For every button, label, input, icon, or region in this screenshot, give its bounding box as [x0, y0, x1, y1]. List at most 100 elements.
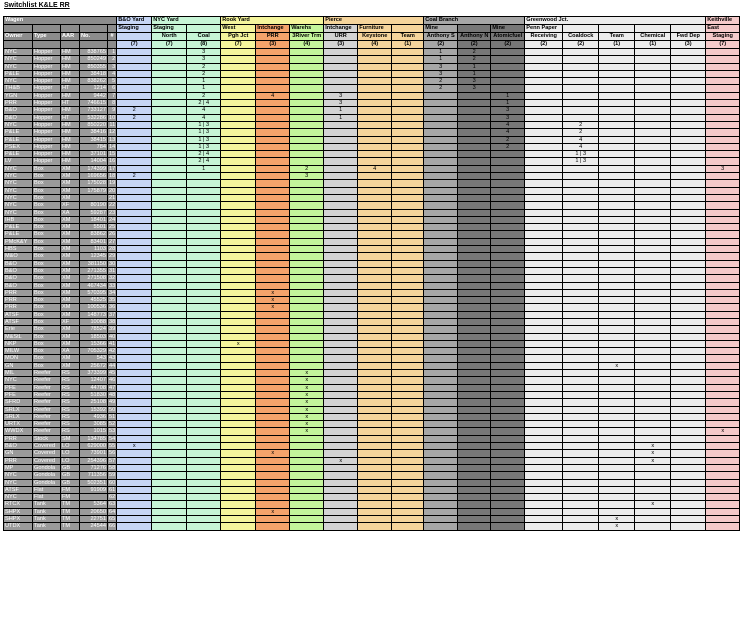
station-cell — [490, 266, 526, 276]
station-cell — [598, 91, 636, 101]
station-cell — [220, 369, 257, 378]
station-cell — [457, 427, 492, 436]
station-cell — [423, 485, 459, 495]
wagen-cell: B&O — [3, 259, 33, 268]
station-cell: 3 — [289, 172, 325, 181]
station-cell — [151, 69, 188, 79]
station-cell — [391, 128, 425, 137]
wagen-cell: B&O — [3, 442, 33, 451]
station-cell — [357, 84, 393, 93]
station-cell — [220, 62, 257, 71]
station-cell — [598, 223, 636, 232]
station-cell — [357, 427, 393, 436]
station-cell — [423, 208, 459, 217]
station-cell — [705, 522, 741, 531]
wagen-cell: HT — [60, 99, 80, 108]
wagen-cell: Box — [32, 274, 61, 283]
station-cell: x — [289, 398, 325, 407]
station-cell — [323, 339, 359, 349]
wagen-cell: XM — [60, 296, 80, 305]
wagen-cell: Box — [32, 296, 61, 305]
station-cell — [151, 485, 188, 495]
station-cell — [423, 354, 459, 363]
station-cell — [186, 427, 222, 436]
table-row: IHB Box XM 18401 24 — [3, 215, 741, 225]
station-cell — [423, 500, 459, 509]
station-cell — [289, 296, 325, 305]
station-cell — [670, 471, 707, 480]
wagen-cell: HT — [60, 84, 80, 93]
station-cell — [391, 55, 425, 64]
station-cell — [423, 120, 459, 130]
wagen-cell: XM — [60, 266, 80, 276]
station-cell — [116, 383, 153, 392]
station-cell — [423, 398, 459, 407]
station-cell — [289, 128, 325, 137]
station-cell — [457, 135, 492, 144]
station-cell: 4 — [490, 128, 526, 137]
station-cell — [116, 77, 153, 86]
table-row: ATSF Flat FM 91909 61 — [3, 485, 741, 495]
wagen-cell: SM — [60, 434, 80, 444]
station-cell — [323, 478, 359, 487]
station-cell — [598, 208, 636, 217]
station-cell: 1 | 3 — [562, 150, 600, 159]
station-cell — [289, 244, 325, 254]
wagen-cell: 22 — [106, 201, 118, 210]
wagen-cell: HM — [60, 157, 80, 166]
station-cell — [423, 223, 459, 232]
station-cell — [116, 186, 153, 195]
station-cell — [289, 193, 325, 203]
station-cell — [151, 405, 188, 414]
station-cell — [323, 193, 359, 203]
station-cell — [634, 215, 672, 225]
station-cell — [490, 405, 526, 414]
wagen-cell: 850355 — [79, 62, 108, 71]
station-cell — [220, 303, 257, 312]
station-cell — [255, 193, 291, 203]
capacity-cell — [3, 40, 33, 49]
station-cell: x — [289, 376, 325, 385]
wagen-cell: 56 — [106, 449, 118, 458]
station-cell — [151, 303, 188, 312]
wagen-cell: P&LE — [3, 135, 33, 144]
station-cell — [357, 485, 393, 495]
station-cell — [391, 434, 425, 444]
station-cell — [598, 193, 636, 203]
wagen-cell: 28 — [106, 244, 118, 254]
station-cell — [634, 485, 672, 495]
wagen-cell: RS — [60, 405, 80, 414]
station-cell — [705, 150, 741, 159]
station-cell — [391, 390, 425, 400]
station-cell: x — [220, 339, 257, 349]
station-cell — [562, 390, 600, 400]
station-cell — [524, 208, 564, 217]
station-cell — [289, 55, 325, 64]
station-cell — [357, 449, 393, 458]
station-cell — [457, 434, 492, 444]
station-cell — [151, 237, 188, 247]
wagen-cell: PRR — [3, 99, 33, 108]
station-cell — [323, 383, 359, 392]
station-cell — [524, 84, 564, 93]
station-cell — [151, 259, 188, 268]
wagen-cell: RS — [60, 398, 80, 407]
station-cell: 2 — [289, 164, 325, 174]
station-cell — [634, 208, 672, 217]
subheader-cell: West — [220, 24, 257, 33]
station-cell: x — [255, 507, 291, 517]
station-cell — [323, 172, 359, 181]
station-cell — [289, 120, 325, 130]
station-cell — [116, 179, 153, 188]
station-cell — [490, 376, 526, 385]
station-cell — [255, 332, 291, 341]
wagen-cell: 37 — [106, 310, 118, 320]
station-cell — [289, 179, 325, 188]
station-cell — [524, 99, 564, 108]
station-cell — [705, 237, 741, 247]
station-cell — [457, 347, 492, 356]
station-cell — [391, 142, 425, 152]
station-cell — [490, 427, 526, 436]
station-cell — [598, 317, 636, 327]
station-cell — [423, 288, 459, 298]
